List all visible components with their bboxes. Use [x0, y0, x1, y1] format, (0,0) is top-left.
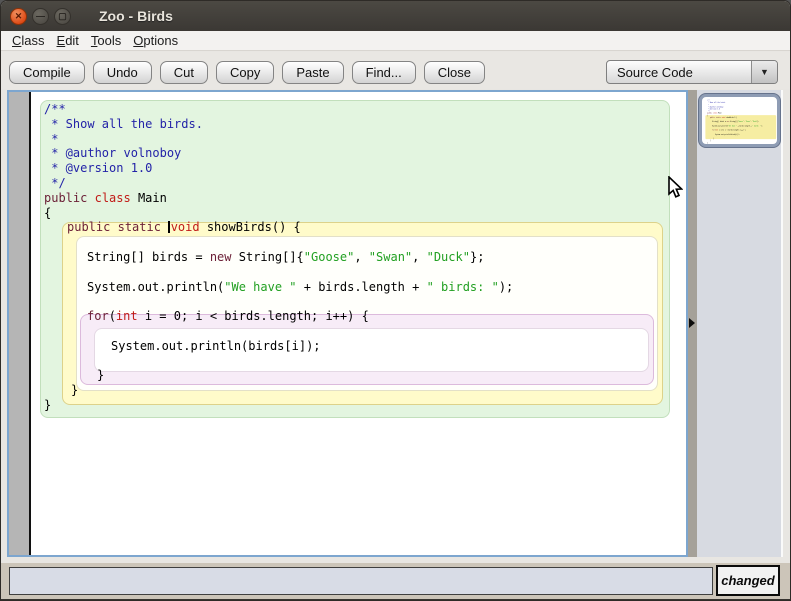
code-line: String[] birds = new String[]{"Goose", "… [712, 120, 760, 123]
code-line: for(int i = 0; i < birds.length; i++) { [712, 129, 746, 132]
code-line: { [707, 114, 708, 117]
code-line: */ [44, 176, 66, 190]
find-button[interactable]: Find... [351, 61, 416, 84]
code-line: * @version 1.0 [44, 161, 153, 176]
code-line: System.out.println("We have " + birds.le… [87, 279, 514, 294]
close-button[interactable]: ✕ [10, 7, 27, 25]
undo-button[interactable]: Undo [92, 61, 152, 84]
code-line: /** [44, 102, 66, 116]
code-line: String[] birds = new String[]{"Goose", "… [87, 250, 485, 264]
chevron-down-icon[interactable]: ▼ [751, 61, 777, 83]
status-message-field [9, 567, 713, 595]
split-divider[interactable] [688, 90, 697, 557]
changed-badge: changed [716, 565, 780, 596]
naviview-viewport[interactable]: /** * Show all the birds. * * @author vo… [699, 94, 780, 147]
code-line: } [71, 383, 79, 398]
naviview-panel[interactable]: /** * Show all the birds. * * @author vo… [697, 90, 783, 557]
window-title: Zoo - Birds [99, 8, 173, 24]
menu-edit[interactable]: Edit [54, 33, 88, 48]
code-line: { [44, 205, 52, 220]
status-bar: changed [1, 563, 790, 599]
code-line: public class Main [707, 112, 722, 115]
close-button[interactable]: Close [423, 61, 485, 84]
collapse-arrow-icon[interactable] [689, 318, 695, 328]
code-line: * [44, 131, 59, 146]
toolbar-buttons: Compile Undo Cut Copy Paste Find... Close [9, 61, 485, 84]
main-area: /** * Show all the birds. * * @author vo… [1, 89, 790, 563]
minimize-button[interactable]: — [32, 7, 49, 25]
menu-class[interactable]: Class [9, 33, 54, 48]
naviview-method-highlight [705, 115, 777, 140]
code-line: System.out.println(birds[i]); [111, 338, 321, 353]
menu-bar: Class Edit Tools Options [1, 31, 790, 51]
code-line: System.out.println("We have " + birds.le… [712, 124, 763, 127]
code-line: for(int i = 0; i < birds.length; i++) { [87, 309, 369, 324]
title-bar[interactable]: ✕ — ▢ Zoo - Birds [1, 1, 790, 31]
code-line: * Show all the birds. [44, 116, 203, 131]
code-line: * Show all the birds. [707, 101, 726, 104]
code-line: * @author volnoboy [44, 146, 182, 161]
maximize-button[interactable]: ▢ [54, 7, 71, 25]
view-selector-value: Source Code [617, 64, 693, 80]
code-line: } [97, 368, 105, 383]
code-line: } [713, 137, 715, 140]
code-editor[interactable]: /** * Show all the birds. * * @author vo… [7, 90, 688, 557]
compile-button[interactable]: Compile [9, 61, 85, 84]
code-line: public class Main [44, 190, 167, 205]
toolbar: Compile Undo Cut Copy Paste Find... Close Sour… [1, 52, 790, 89]
code-line: } [710, 139, 712, 142]
view-selector[interactable]: Source Code ▼ [606, 60, 778, 84]
code-line: public static void showBirds() { [67, 220, 301, 235]
code-line: public static void showBirds() { [709, 116, 738, 119]
code-line: } [44, 398, 52, 412]
mouse-cursor-icon [668, 176, 683, 198]
window-controls: ✕ — ▢ [10, 7, 71, 25]
text-caret [168, 221, 170, 234]
copy-button[interactable]: Copy [216, 61, 275, 84]
editor-window: ✕ — ▢ Zoo - Birds Class Edit Tools Options Co… [0, 0, 791, 601]
cut-button[interactable]: Cut [159, 61, 208, 84]
code-text[interactable]: /** * Show all the birds. * * @author vo… [9, 92, 686, 555]
menu-options[interactable]: Options [130, 33, 187, 48]
code-line: } [707, 141, 708, 144]
menu-tools[interactable]: Tools [88, 33, 130, 48]
naviview-content: /** * Show all the birds. * * @author vo… [702, 97, 777, 144]
paste-button[interactable]: Paste [282, 61, 344, 84]
code-line: System.out.println(birds[i]); [715, 133, 740, 136]
